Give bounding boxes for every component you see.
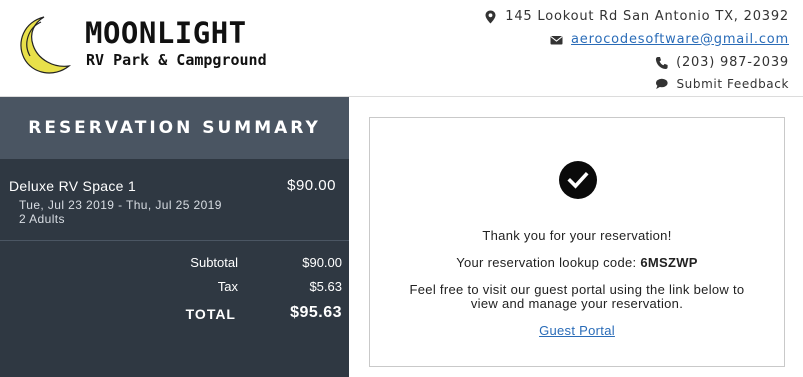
phone-row: (203) 987-2039 xyxy=(484,51,789,74)
lookup-code-label: Your reservation lookup code: xyxy=(456,255,637,270)
thank-you-message: Thank you for your reservation! xyxy=(482,228,672,243)
reservation-summary-panel: RESERVATION SUMMARY Deluxe RV Space 1 $9… xyxy=(0,97,349,377)
item-dates: Tue, Jul 23 2019 - Thu, Jul 25 2019 xyxy=(19,198,222,212)
tax-label: Tax xyxy=(217,279,238,294)
item-price: $90.00 xyxy=(287,177,336,194)
lookup-code-line: Your reservation lookup code: 6MSZWP xyxy=(370,256,784,270)
address-text: 145 Lookout Rd San Antonio TX, 20392 xyxy=(505,8,789,24)
tax-value: $5.63 xyxy=(309,279,342,294)
email-link[interactable]: aerocodesoftware@gmail.com xyxy=(571,30,789,50)
moon-logo-icon[interactable] xyxy=(14,14,76,76)
phone-text: (203) 987-2039 xyxy=(676,54,789,70)
reservation-line-item: Deluxe RV Space 1 $90.00 Tue, Jul 23 201… xyxy=(0,159,349,241)
submit-feedback-label[interactable]: Submit Feedback xyxy=(676,74,789,94)
portal-text-line-1: Feel free to visit our guest portal usin… xyxy=(409,282,745,297)
phone-icon xyxy=(655,56,668,70)
item-name: Deluxe RV Space 1 xyxy=(9,178,137,194)
site-header: MOONLIGHT RV Park & Campground 145 Looko… xyxy=(0,0,803,97)
lookup-code: 6MSZWP xyxy=(640,255,698,270)
total-value: $95.63 xyxy=(290,304,342,321)
map-marker-icon xyxy=(484,10,497,24)
summary-header: RESERVATION SUMMARY xyxy=(0,97,349,159)
summary-title: RESERVATION SUMMARY xyxy=(28,118,321,138)
envelope-icon xyxy=(550,33,563,47)
email-row: aerocodesoftware@gmail.com xyxy=(484,28,789,51)
subtotal-label: Subtotal xyxy=(190,255,238,270)
chat-bubble-icon xyxy=(655,77,669,91)
guest-portal-row: Guest Portal xyxy=(370,324,784,338)
portal-text-line-2: view and manage your reservation. xyxy=(470,296,684,311)
brand-subtitle[interactable]: RV Park & Campground xyxy=(86,50,267,70)
check-circle-icon xyxy=(559,161,597,199)
guest-portal-link[interactable]: Guest Portal xyxy=(539,323,615,338)
brand-name[interactable]: MOONLIGHT xyxy=(85,16,247,50)
address-row: 145 Lookout Rd San Antonio TX, 20392 xyxy=(484,5,789,28)
submit-feedback-link[interactable]: Submit Feedback xyxy=(484,74,789,94)
total-label: TOTAL xyxy=(185,306,236,322)
subtotal-value: $90.00 xyxy=(302,255,342,270)
confirmation-card: Thank you for your reservation! Your res… xyxy=(369,117,785,367)
item-guests: 2 Adults xyxy=(19,212,65,226)
contact-info: 145 Lookout Rd San Antonio TX, 20392 aer… xyxy=(484,5,789,94)
